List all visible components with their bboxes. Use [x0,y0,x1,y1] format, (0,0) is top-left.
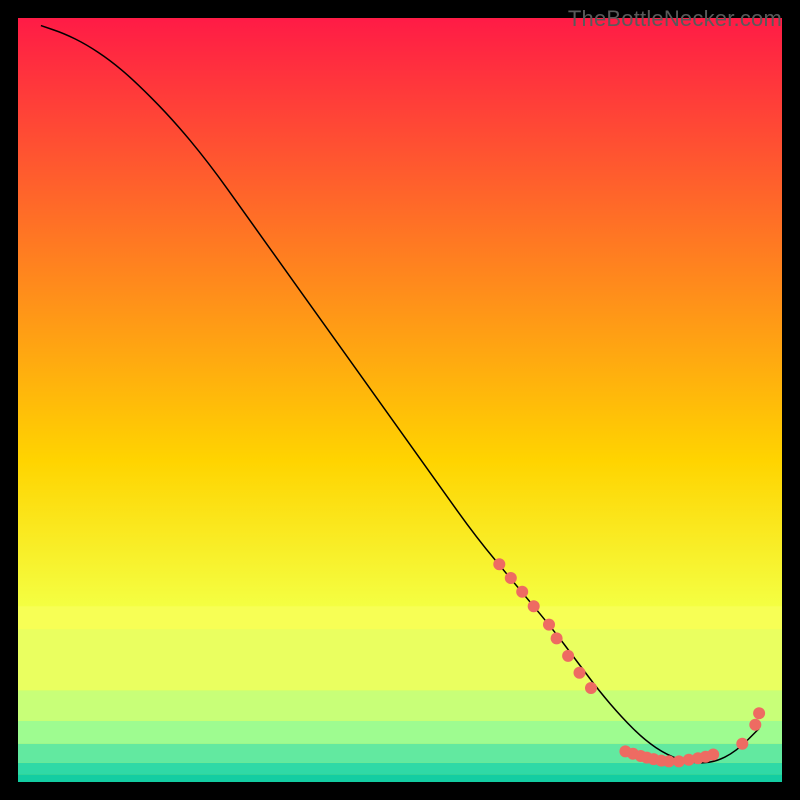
band [18,721,782,744]
marker-5 [543,619,555,631]
watermark-text: TheBottleNecker.com [568,6,782,32]
band [18,690,782,721]
marker-23 [749,719,761,731]
band [18,606,782,629]
marker-4 [528,600,540,612]
marker-8 [574,667,586,679]
marker-1 [493,558,505,570]
band [18,629,782,690]
chart-svg [18,18,782,782]
marker-21 [707,749,719,761]
marker-9 [585,682,597,694]
marker-6 [551,632,563,644]
band [18,774,782,782]
marker-22 [736,738,748,750]
marker-3 [516,586,528,598]
marker-7 [562,650,574,662]
marker-2 [505,572,517,584]
chart-stage: TheBottleNecker.com [0,0,800,800]
marker-24 [753,707,765,719]
